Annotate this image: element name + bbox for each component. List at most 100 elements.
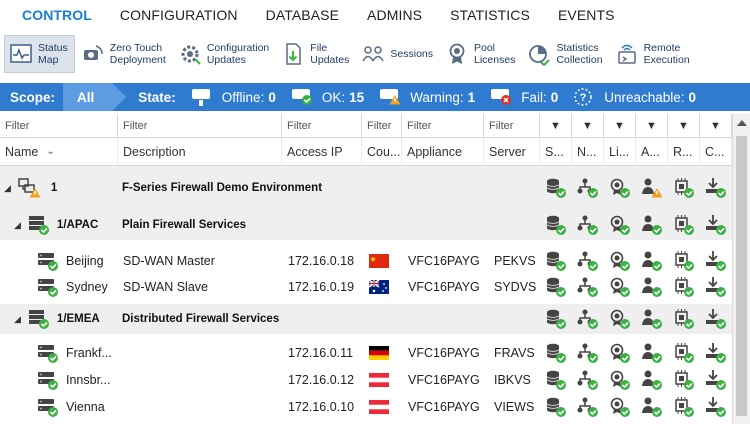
resource-status-icon[interactable] [672, 214, 696, 236]
server-status-icon[interactable] [544, 276, 568, 298]
license-status-icon[interactable] [608, 250, 632, 272]
sort-chevron-icon[interactable]: ⌄ [46, 146, 54, 157]
resource-status-icon[interactable] [672, 369, 696, 391]
license-status-icon[interactable] [608, 342, 632, 364]
network-status-icon[interactable] [576, 342, 600, 364]
resource-status-icon[interactable] [672, 308, 696, 330]
column-header[interactable]: Server [484, 138, 540, 165]
config-status-icon[interactable] [704, 308, 728, 330]
filter-dropdown[interactable]: ▼ [700, 114, 732, 137]
admin-status-icon[interactable] [640, 342, 664, 364]
column-header[interactable]: Li... [604, 138, 636, 165]
admin-status-icon[interactable] [640, 214, 664, 236]
tab-admins[interactable]: ADMINS [367, 7, 422, 23]
config-status-icon[interactable] [704, 396, 728, 418]
license-status-icon[interactable] [608, 308, 632, 330]
network-status-icon[interactable] [576, 369, 600, 391]
filter-input[interactable]: Filter [282, 114, 362, 137]
resource-status-icon[interactable] [672, 177, 696, 199]
group-row[interactable]: ◢ 1 F-Series Firewall Demo Environment [0, 166, 732, 210]
column-header[interactable]: Appliance [402, 138, 484, 165]
resource-status-icon[interactable] [672, 342, 696, 364]
statistics-collection-button[interactable]: Statistics Collection [523, 35, 608, 73]
tab-control[interactable]: CONTROL [22, 7, 92, 23]
server-status-icon[interactable] [544, 396, 568, 418]
table-row[interactable]: Sydney SD-WAN Slave 172.16.0.19 VFC16PAYG S… [0, 274, 732, 300]
network-status-icon[interactable] [576, 214, 600, 236]
filter-input[interactable]: Filter [484, 114, 540, 137]
network-status-icon[interactable] [576, 250, 600, 272]
state-filter-fail[interactable]: Fail: 0 [489, 86, 558, 108]
network-status-icon[interactable] [576, 276, 600, 298]
group-row[interactable]: ◢ 1/APAC Plain Firewall Services [0, 210, 732, 240]
filter-dropdown[interactable]: ▼ [572, 114, 604, 137]
network-status-icon[interactable] [576, 177, 600, 199]
server-status-icon[interactable] [544, 342, 568, 364]
zero-touch-button[interactable]: Zero Touch Deployment [77, 35, 172, 73]
column-header[interactable]: Name ⌄ [0, 138, 118, 165]
server-status-icon[interactable] [544, 250, 568, 272]
filter-input[interactable]: Filter [0, 114, 118, 137]
table-row[interactable]: Frankf... 172.16.0.11 VFC16PAYG FRAVS [0, 340, 732, 366]
state-filter-unreachable[interactable]: ? Unreachable: 0 [572, 86, 696, 108]
server-status-icon[interactable] [544, 308, 568, 330]
column-header[interactable]: Cou... [362, 138, 402, 165]
license-status-icon[interactable] [608, 214, 632, 236]
scope-all-button[interactable]: All [63, 83, 127, 111]
config-status-icon[interactable] [704, 250, 728, 272]
vertical-scrollbar[interactable] [732, 114, 750, 424]
server-status-icon[interactable] [544, 214, 568, 236]
resource-status-icon[interactable] [672, 396, 696, 418]
filter-dropdown[interactable]: ▼ [668, 114, 700, 137]
column-header[interactable]: R... [668, 138, 700, 165]
config-status-icon[interactable] [704, 214, 728, 236]
sessions-button[interactable]: Sessions [357, 35, 439, 73]
admin-status-icon[interactable] [640, 250, 664, 272]
tab-events[interactable]: EVENTS [558, 7, 615, 23]
tab-database[interactable]: DATABASE [266, 7, 339, 23]
remote-execution-button[interactable]: Remote Execution [611, 35, 696, 73]
table-row[interactable]: Beijing SD-WAN Master 172.16.0.18 VFC16PAY… [0, 248, 732, 274]
state-filter-offline[interactable]: Offline: 0 [190, 86, 276, 108]
resource-status-icon[interactable] [672, 276, 696, 298]
filter-dropdown[interactable]: ▼ [636, 114, 668, 137]
config-status-icon[interactable] [704, 177, 728, 199]
pool-licenses-button[interactable]: Pool Licenses [441, 35, 521, 73]
config-status-icon[interactable] [704, 276, 728, 298]
filter-input[interactable]: Filter [118, 114, 282, 137]
table-row[interactable]: Vienna 172.16.0.10 VFC16PAYG VIEWS [0, 393, 732, 420]
filter-dropdown[interactable]: ▼ [540, 114, 572, 137]
admin-status-icon[interactable] [640, 276, 664, 298]
column-header[interactable]: Description [118, 138, 282, 165]
column-header[interactable]: A... [636, 138, 668, 165]
column-header[interactable]: Access IP [282, 138, 362, 165]
state-filter-ok[interactable]: OK: 15 [290, 86, 364, 108]
filter-input[interactable]: Filter [402, 114, 484, 137]
license-status-icon[interactable] [608, 177, 632, 199]
filter-dropdown[interactable]: ▼ [604, 114, 636, 137]
license-status-icon[interactable] [608, 396, 632, 418]
network-status-icon[interactable] [576, 308, 600, 330]
license-status-icon[interactable] [608, 369, 632, 391]
expand-caret-icon[interactable]: ◢ [14, 314, 21, 325]
scroll-up-arrow[interactable] [737, 120, 747, 126]
expand-caret-icon[interactable]: ◢ [14, 220, 21, 231]
server-status-icon[interactable] [544, 369, 568, 391]
admin-status-icon[interactable] [640, 308, 664, 330]
tab-configuration[interactable]: CONFIGURATION [120, 7, 238, 23]
expand-caret-icon[interactable]: ◢ [4, 183, 11, 194]
column-header[interactable]: C... [700, 138, 732, 165]
server-status-icon[interactable] [544, 177, 568, 199]
network-status-icon[interactable] [576, 396, 600, 418]
table-row[interactable]: Innsbr... 172.16.0.12 VFC16PAYG IBKVS [0, 366, 732, 393]
tab-statistics[interactable]: STATISTICS [450, 7, 530, 23]
status-map-button[interactable]: Status Map [4, 35, 75, 73]
admin-status-icon[interactable] [640, 396, 664, 418]
license-status-icon[interactable] [608, 276, 632, 298]
column-header[interactable]: S... [540, 138, 572, 165]
file-updates-button[interactable]: File Updates [277, 35, 355, 73]
state-filter-warning[interactable]: Warning: 1 [378, 86, 475, 108]
filter-input[interactable]: Filter [362, 114, 402, 137]
scroll-thumb[interactable] [736, 136, 747, 416]
admin-status-icon[interactable] [640, 177, 664, 199]
